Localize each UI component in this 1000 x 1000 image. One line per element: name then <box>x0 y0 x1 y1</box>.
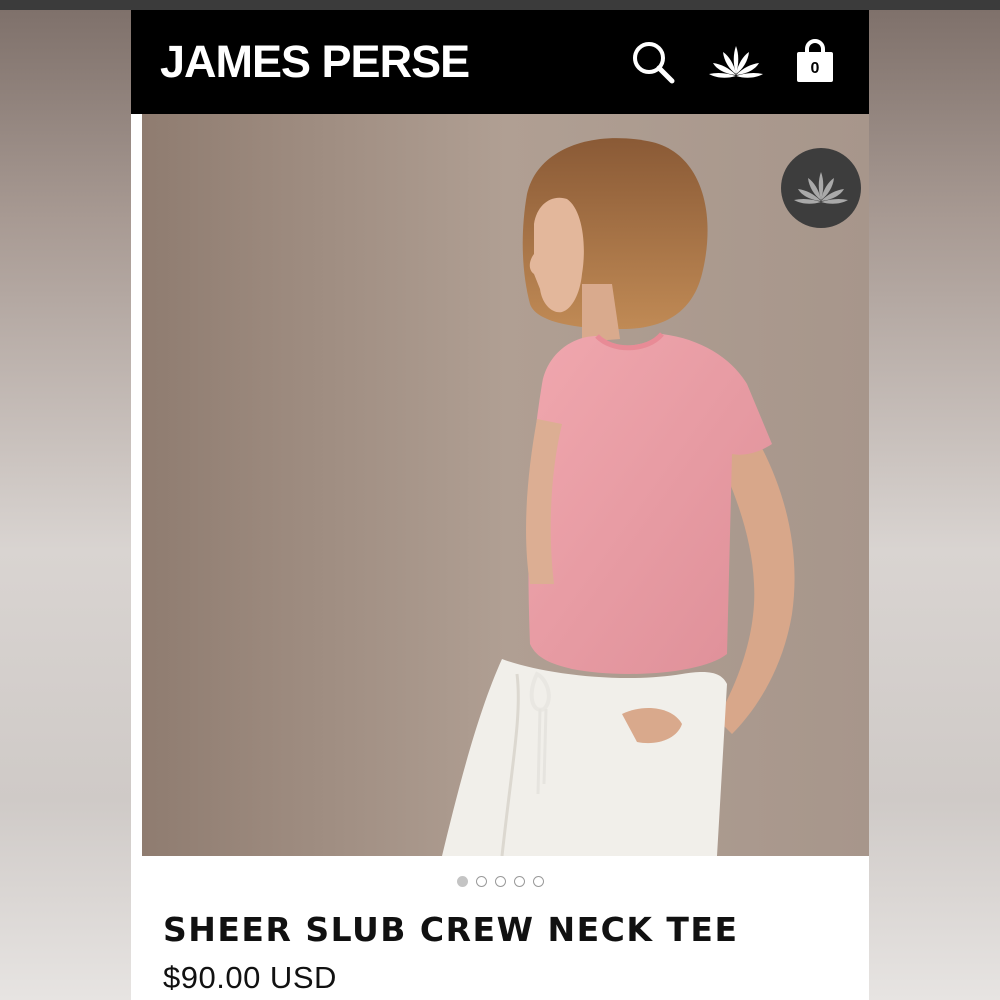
cart-count: 0 <box>810 60 820 77</box>
top-strip <box>0 0 1000 10</box>
product-image[interactable] <box>142 114 869 856</box>
product-title: SHEER SLUB CREW NECK TEE <box>163 910 739 949</box>
carousel-dot[interactable] <box>513 876 525 887</box>
shopping-bag-icon[interactable]: 0 <box>791 36 839 88</box>
carousel-dot[interactable] <box>494 876 506 887</box>
mobile-page: JAMES PERSE 0 SHEER SLUB CREW NECK TEE $… <box>131 10 869 1000</box>
site-header: JAMES PERSE 0 <box>131 10 869 114</box>
search-icon[interactable] <box>627 36 679 88</box>
brand-logo[interactable]: JAMES PERSE <box>160 36 470 88</box>
product-price: $90.00 USD <box>163 960 337 995</box>
carousel-dot[interactable] <box>456 876 468 887</box>
lotus-icon[interactable] <box>707 36 765 88</box>
lotus-badge-icon[interactable] <box>781 148 861 228</box>
carousel-dot[interactable] <box>532 876 544 887</box>
carousel-dot[interactable] <box>475 876 487 887</box>
carousel-dots <box>131 876 869 887</box>
